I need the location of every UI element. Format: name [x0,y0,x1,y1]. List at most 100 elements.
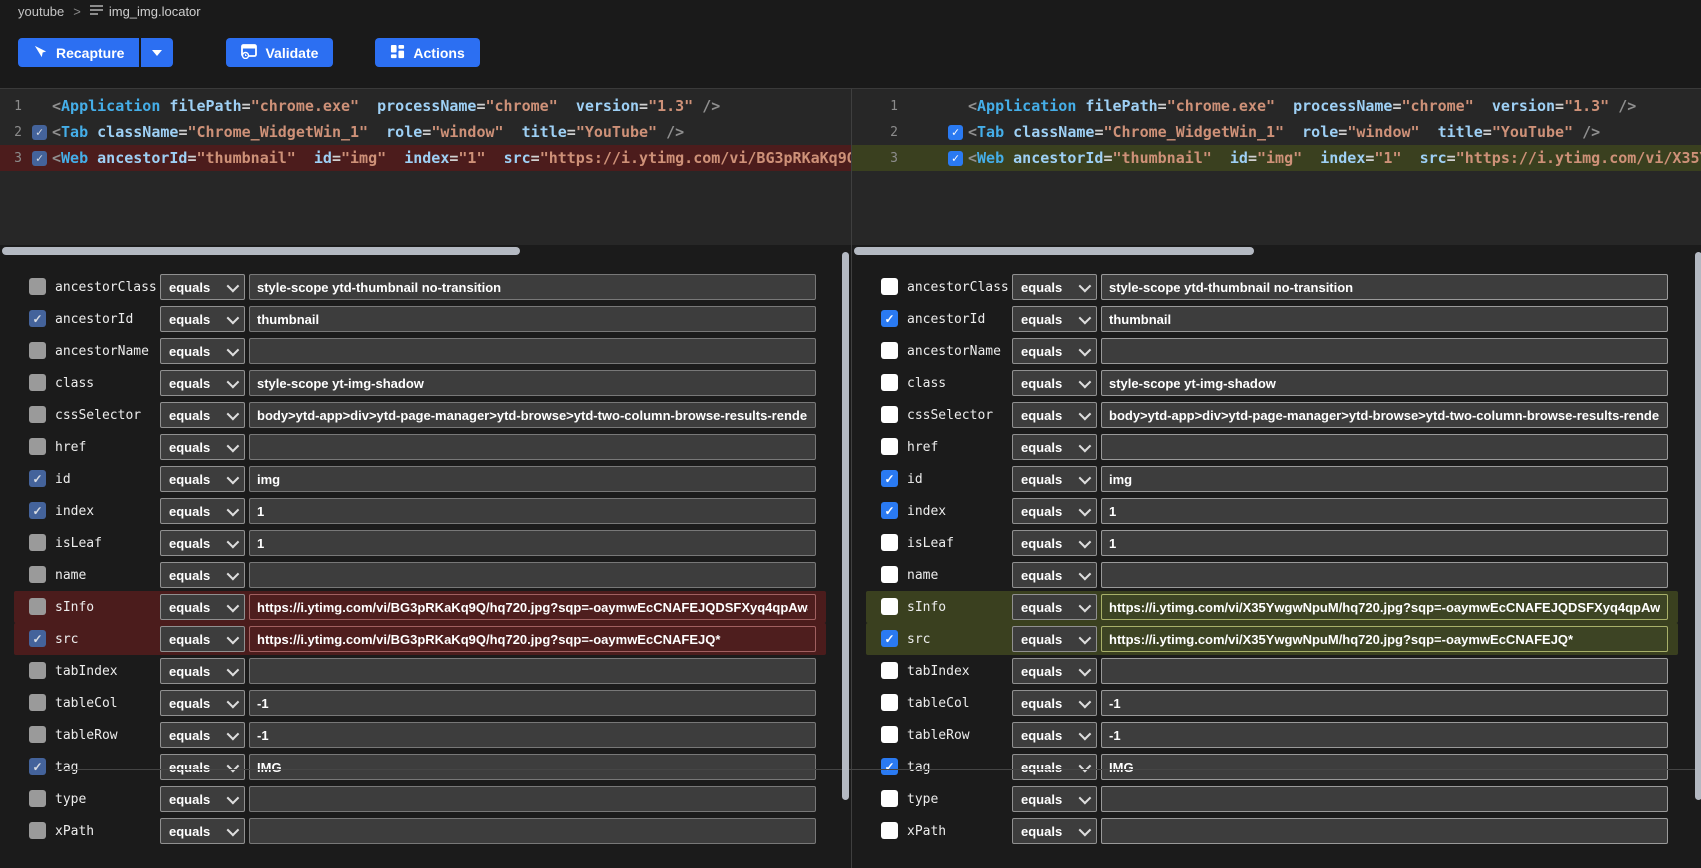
operator-select-ancestorId[interactable]: equals [1012,306,1097,332]
attr-value-ancestorName[interactable] [249,338,816,364]
operator-select-sInfo[interactable]: equals [160,594,245,620]
attr-checkbox-tableCol[interactable] [881,694,898,711]
attr-value-isLeaf[interactable] [249,530,816,556]
validate-button[interactable]: Validate [226,38,333,67]
attr-value-tableRow[interactable] [1101,722,1668,748]
recapture-dropdown-button[interactable] [141,38,173,67]
operator-select-isLeaf[interactable]: equals [1012,530,1097,556]
attr-value-tableRow[interactable] [249,722,816,748]
attr-value-tag[interactable] [1101,754,1668,780]
attr-checkbox-sInfo[interactable] [881,598,898,615]
line-checkbox[interactable] [948,125,963,140]
attr-value-tableCol[interactable] [1101,690,1668,716]
operator-select-index[interactable]: equals [160,498,245,524]
attr-value-type[interactable] [1101,786,1668,812]
operator-select-tableCol[interactable]: equals [1012,690,1097,716]
attr-value-ancestorId[interactable] [249,306,816,332]
attr-checkbox-isLeaf[interactable] [881,534,898,551]
h-scrollbar-thumb[interactable] [2,247,520,255]
attr-value-cssSelector[interactable] [1101,402,1668,428]
operator-select-tableCol[interactable]: equals [160,690,245,716]
operator-select-tableRow[interactable]: equals [1012,722,1097,748]
attr-value-index[interactable] [249,498,816,524]
attr-value-href[interactable] [249,434,816,460]
operator-select-tag[interactable]: equals [1012,754,1097,780]
attr-checkbox-type[interactable] [881,790,898,807]
attr-checkbox-xPath[interactable] [29,822,46,839]
attr-checkbox-tag[interactable] [29,758,46,775]
attr-checkbox-class[interactable] [881,374,898,391]
operator-select-href[interactable]: equals [160,434,245,460]
attr-value-sInfo[interactable] [1101,594,1668,620]
operator-select-name[interactable]: equals [1012,562,1097,588]
h-scrollbar-thumb[interactable] [854,247,1254,255]
line-checkbox[interactable] [32,151,47,166]
v-scrollbar-thumb[interactable] [842,252,849,800]
attr-checkbox-tableRow[interactable] [881,726,898,743]
attr-checkbox-ancestorClass[interactable] [881,278,898,295]
operator-select-ancestorName[interactable]: equals [160,338,245,364]
breadcrumb-project[interactable]: youtube [18,4,64,19]
operator-select-id[interactable]: equals [1012,466,1097,492]
attr-value-tabIndex[interactable] [1101,658,1668,684]
attr-checkbox-xPath[interactable] [881,822,898,839]
attr-value-tag[interactable] [249,754,816,780]
code-line-1[interactable]: 1<Application filePath="chrome.exe" proc… [852,93,1701,119]
operator-select-tableRow[interactable]: equals [160,722,245,748]
attr-checkbox-id[interactable] [29,470,46,487]
attr-checkbox-class[interactable] [29,374,46,391]
attr-value-ancestorClass[interactable] [249,274,816,300]
operator-select-id[interactable]: equals [160,466,245,492]
attr-checkbox-tag[interactable] [881,758,898,775]
attr-checkbox-tableCol[interactable] [29,694,46,711]
attr-value-ancestorName[interactable] [1101,338,1668,364]
attr-checkbox-isLeaf[interactable] [29,534,46,551]
attr-checkbox-ancestorClass[interactable] [29,278,46,295]
code-line-2[interactable]: 2<Tab className="Chrome_WidgetWin_1" rol… [0,119,851,145]
attr-checkbox-index[interactable] [881,502,898,519]
attr-checkbox-type[interactable] [29,790,46,807]
operator-select-cssSelector[interactable]: equals [1012,402,1097,428]
attr-checkbox-ancestorName[interactable] [881,342,898,359]
attr-value-name[interactable] [249,562,816,588]
attr-value-ancestorClass[interactable] [1101,274,1668,300]
operator-select-isLeaf[interactable]: equals [160,530,245,556]
attr-value-ancestorId[interactable] [1101,306,1668,332]
attr-value-isLeaf[interactable] [1101,530,1668,556]
attr-checkbox-ancestorId[interactable] [29,310,46,327]
attr-checkbox-id[interactable] [881,470,898,487]
attr-value-sInfo[interactable] [249,594,816,620]
operator-select-class[interactable]: equals [1012,370,1097,396]
code-line-2[interactable]: 2<Tab className="Chrome_WidgetWin_1" rol… [852,119,1701,145]
attr-value-src[interactable] [249,626,816,652]
recapture-button[interactable]: Recapture [18,38,139,67]
operator-select-cssSelector[interactable]: equals [160,402,245,428]
operator-select-tag[interactable]: equals [160,754,245,780]
attr-value-type[interactable] [249,786,816,812]
attr-checkbox-name[interactable] [29,566,46,583]
code-line-3[interactable]: 3<Web ancestorId="thumbnail" id="img" in… [852,145,1701,171]
actions-button[interactable]: Actions [375,38,479,67]
attr-value-tabIndex[interactable] [249,658,816,684]
operator-select-src[interactable]: equals [160,626,245,652]
operator-select-ancestorName[interactable]: equals [1012,338,1097,364]
attr-value-xPath[interactable] [1101,818,1668,844]
operator-select-href[interactable]: equals [1012,434,1097,460]
attr-checkbox-tableRow[interactable] [29,726,46,743]
attr-checkbox-cssSelector[interactable] [881,406,898,423]
attr-value-name[interactable] [1101,562,1668,588]
attr-checkbox-href[interactable] [881,438,898,455]
attr-value-id[interactable] [1101,466,1668,492]
operator-select-type[interactable]: equals [1012,786,1097,812]
operator-select-ancestorClass[interactable]: equals [160,274,245,300]
code-line-3[interactable]: 3<Web ancestorId="thumbnail" id="img" in… [0,145,851,171]
v-scrollbar-thumb[interactable] [1695,252,1701,800]
line-checkbox[interactable] [32,125,47,140]
line-checkbox[interactable] [948,151,963,166]
attr-checkbox-tabIndex[interactable] [29,662,46,679]
operator-select-name[interactable]: equals [160,562,245,588]
attr-checkbox-src[interactable] [881,630,898,647]
attr-value-cssSelector[interactable] [249,402,816,428]
attr-value-class[interactable] [249,370,816,396]
attr-value-tableCol[interactable] [249,690,816,716]
